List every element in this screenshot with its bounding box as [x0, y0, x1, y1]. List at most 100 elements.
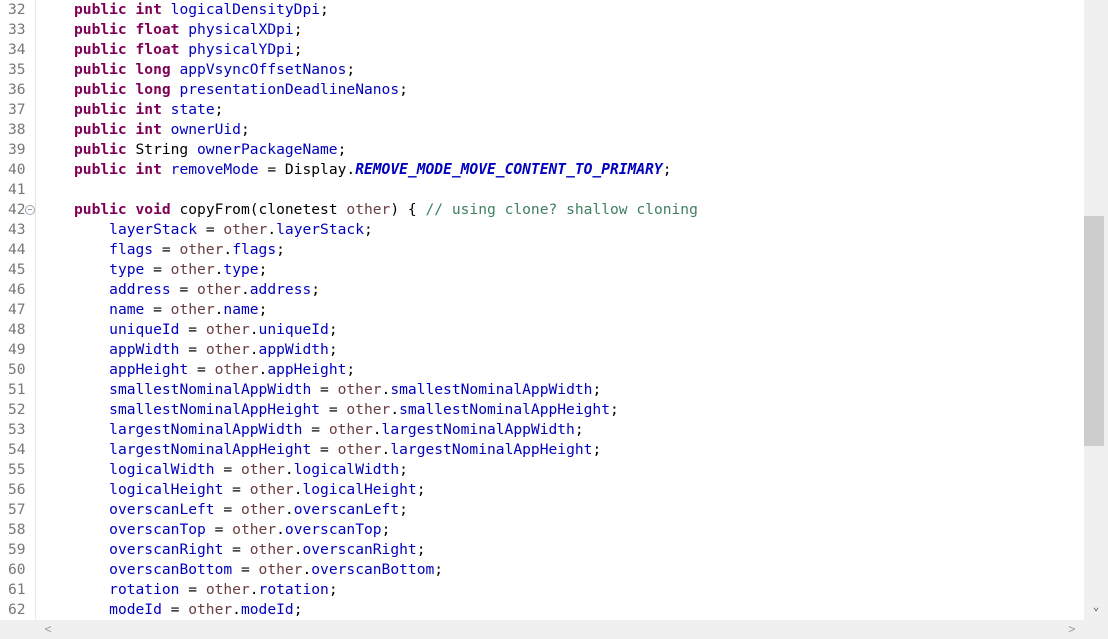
text-token: = [214, 501, 241, 518]
code-line[interactable]: 61 rotation = other.rotation; [0, 580, 1084, 600]
text-token: . [276, 521, 285, 538]
code-text: overscanTop = other.overscanTop; [74, 520, 390, 540]
code-line[interactable]: 57 overscanLeft = other.overscanLeft; [0, 500, 1084, 520]
line-number: 36 [8, 81, 26, 98]
code-text: public float physicalYDpi; [74, 40, 302, 60]
variable-token: other [205, 341, 250, 358]
text-token: ; [399, 501, 408, 518]
code-editor[interactable]: 32 public int logicalDensityDpi; 33 public … [0, 0, 1084, 620]
field-token: smallestNominalAppHeight [109, 401, 321, 418]
comment-token: // using clone? shallow cloning [425, 201, 698, 218]
code-line[interactable]: 49 appWidth = other.appWidth; [0, 340, 1084, 360]
code-line[interactable]: 34 public float physicalYDpi; [0, 40, 1084, 60]
code-line[interactable]: 33 public float physicalXDpi; [0, 20, 1084, 40]
code-line[interactable]: 36 public long presentationDeadlineNanos; [0, 80, 1084, 100]
collapse-fold-icon[interactable]: − [25, 205, 35, 215]
vertical-scrollbar-thumb[interactable] [1084, 216, 1104, 446]
line-number: 58 [8, 521, 26, 538]
horizontal-scrollbar[interactable]: < > [36, 620, 1084, 639]
variable-token: other [170, 261, 215, 278]
code-line[interactable]: 37 public int state; [0, 100, 1084, 120]
variable-token: other [346, 401, 391, 418]
field-token: logicalHeight [302, 481, 417, 498]
code-line[interactable]: 46 address = other.address; [0, 280, 1084, 300]
field-token: physicalXDpi [188, 21, 294, 38]
text-token: = [144, 261, 171, 278]
code-line[interactable]: 35 public long appVsyncOffsetNanos; [0, 60, 1084, 80]
variable-token: other [197, 281, 241, 298]
text-token: = [144, 301, 171, 318]
text-token: ; [258, 301, 268, 318]
field-token: modeId [240, 601, 294, 618]
field-token: logicalDensityDpi [170, 1, 321, 18]
code-line[interactable]: 48 uniqueId = other.uniqueId; [0, 320, 1084, 340]
code-line[interactable]: 54 largestNominalAppHeight = other.large… [0, 440, 1084, 460]
code-line[interactable]: 59 overscanRight = other.overscanRight; [0, 540, 1084, 560]
field-token: overscanBottom [109, 561, 233, 578]
text-token: = [223, 541, 250, 558]
field-token: appVsyncOffsetNanos [179, 61, 347, 78]
code-text: public long appVsyncOffsetNanos; [74, 60, 355, 80]
scroll-right-icon[interactable]: > [1064, 620, 1080, 639]
code-line[interactable]: 55 logicalWidth = other.logicalWidth; [0, 460, 1084, 480]
line-number: 47 [8, 301, 26, 318]
code-line[interactable]: 45 type = other.type; [0, 260, 1084, 280]
field-token: type [223, 261, 259, 278]
scroll-left-icon[interactable]: < [40, 620, 56, 639]
field-token: overscanBottom [311, 561, 435, 578]
code-text: name = other.name; [74, 300, 267, 320]
code-line[interactable]: 38 public int ownerUid; [0, 120, 1084, 140]
code-line[interactable]: 41 [0, 180, 1084, 200]
text-token: = [302, 421, 329, 438]
keyword-token: int [135, 161, 162, 178]
text-token: = [179, 581, 206, 598]
code-line[interactable]: 42− public void copyFrom(clonetest other)… [0, 200, 1084, 220]
text-token: = [311, 441, 338, 458]
text-token: ; [346, 61, 356, 78]
vertical-scrollbar[interactable]: ▲ ⌄ [1084, 0, 1108, 620]
keyword-token: void [135, 201, 171, 218]
code-line[interactable]: 62 modeId = other.modeId; [0, 600, 1084, 620]
code-line[interactable]: 40 public int removeMode = Display.REMOVE… [0, 160, 1084, 180]
code-line[interactable]: 53 largestNominalAppWidth = other.larges… [0, 420, 1084, 440]
text-token: . [284, 501, 294, 518]
code-text: flags = other.flags; [74, 240, 285, 260]
code-line[interactable]: 43 layerStack = other.layerStack; [0, 220, 1084, 240]
code-line[interactable]: 52 smallestNominalAppHeight = other.smal… [0, 400, 1084, 420]
text-token: ; [399, 81, 408, 98]
text-token: = [179, 341, 206, 358]
line-number: 61 [8, 581, 26, 598]
text-token: ; [276, 241, 285, 258]
code-line[interactable]: 51 smallestNominalAppWidth = other.small… [0, 380, 1084, 400]
code-line[interactable]: 60 overscanBottom = other.overscanBottom… [0, 560, 1084, 580]
code-line[interactable]: 56 logicalHeight = other.logicalHeight; [0, 480, 1084, 500]
code-text: public long presentationDeadlineNanos; [74, 80, 408, 100]
text-token: = [232, 561, 259, 578]
line-number: 50 [8, 361, 26, 378]
line-number: 55 [8, 461, 26, 478]
code-line[interactable]: 32 public int logicalDensityDpi; [0, 0, 1084, 20]
code-line[interactable]: 47 name = other.name; [0, 300, 1084, 320]
keyword-token: public [74, 21, 127, 38]
code-text: logicalWidth = other.logicalWidth; [74, 460, 408, 480]
text-token: ; [416, 541, 426, 558]
text-token: ) { [390, 201, 426, 218]
text-token: = [320, 401, 347, 418]
field-token: logicalHeight [109, 481, 224, 498]
scroll-down-icon[interactable]: ⌄ [1084, 598, 1108, 616]
code-text: smallestNominalAppWidth = other.smallest… [74, 380, 601, 400]
code-line[interactable]: 58 overscanTop = other.overscanTop; [0, 520, 1084, 540]
code-text: layerStack = other.layerStack; [74, 220, 373, 240]
code-text: largestNominalAppHeight = other.largestN… [74, 440, 601, 460]
code-line[interactable]: 50 appHeight = other.appHeight; [0, 360, 1084, 380]
line-number: 51 [8, 381, 26, 398]
code-line[interactable]: 39 public String ownerPackageName; [0, 140, 1084, 160]
text-token: . [302, 561, 312, 578]
scrollbar-corner [1084, 620, 1108, 639]
field-token: rotation [109, 581, 180, 598]
code-line[interactable]: 44 flags = other.flags; [0, 240, 1084, 260]
